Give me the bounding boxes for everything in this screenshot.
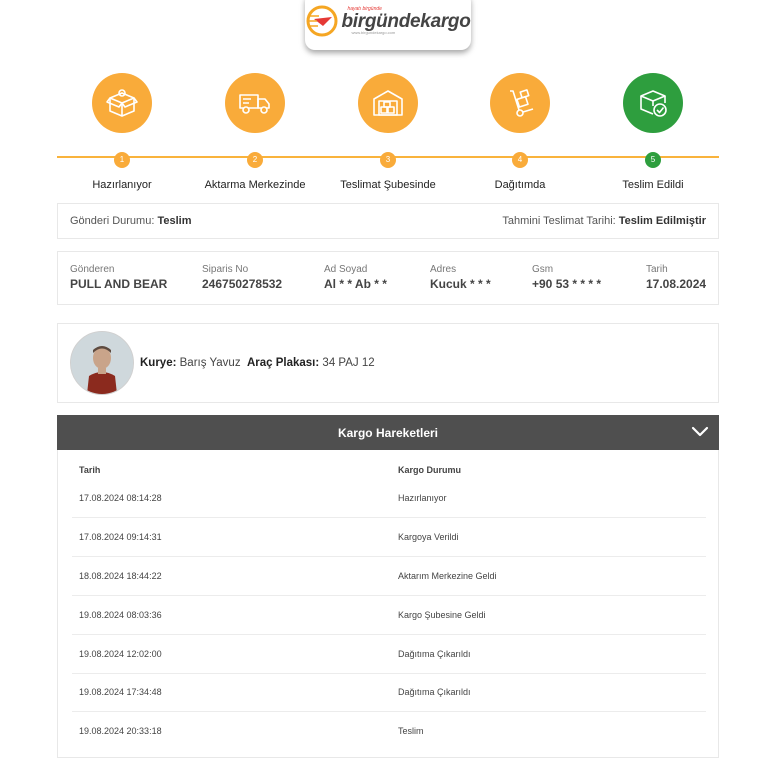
step-label: Dağıtımda [494, 179, 546, 191]
courier-panel: Kurye: Barış Yavuz Araç Plakası: 34 PAJ … [57, 323, 719, 403]
plate-label: Araç Plakası: [246, 357, 320, 369]
row-status: Hazırlanıyor [398, 493, 447, 503]
truck-icon [225, 73, 285, 133]
info-value: 17.08.2024 [646, 277, 707, 291]
courier-avatar [70, 331, 134, 395]
info-key: Adres [430, 264, 457, 275]
row-date: 19.08.2024 12:02:00 [79, 649, 162, 659]
info-key: Gönderen [70, 264, 115, 275]
row-date: 19.08.2024 08:03:36 [79, 610, 162, 620]
table-row: 19.08.2024 17:34:48 Dağıtıma Çıkarıldı [72, 672, 706, 712]
column-header-date: Tarih [79, 465, 101, 475]
table-row: 17.08.2024 08:14:28 Hazırlanıyor [72, 478, 706, 518]
info-value: PULL AND BEAR [70, 277, 168, 291]
row-status: Kargoya Verildi [398, 532, 459, 542]
row-status: Aktarım Merkezine Geldi [398, 571, 497, 581]
info-value: Kucuk * * * [430, 277, 491, 291]
logo-mark-icon [306, 5, 338, 37]
status-value: Teslim [157, 215, 192, 227]
row-date: 18.08.2024 18:44:22 [79, 571, 162, 581]
hand-truck-icon [490, 73, 550, 133]
row-status: Dağıtıma Çıkarıldı [398, 687, 471, 697]
table-row: 18.08.2024 18:44:22 Aktarım Merkezine Ge… [72, 556, 706, 596]
chevron-down-icon[interactable] [691, 423, 709, 441]
courier-label: Kurye: [140, 357, 177, 369]
column-header-status: Kargo Durumu [398, 465, 461, 475]
movements-table: Tarih Kargo Durumu 17.08.2024 08:14:28 H… [57, 450, 719, 758]
info-date: Tarih 17.08.2024 [646, 264, 706, 291]
info-key: Ad Soyad [324, 264, 368, 275]
table-row: 19.08.2024 12:02:00 Dağıtıma Çıkarıldı [72, 634, 706, 674]
step-number: 2 [247, 152, 263, 168]
info-value: Al * * Ab * * [324, 277, 387, 291]
step-label: Hazırlanıyor [92, 179, 152, 191]
step-label: Aktarma Merkezinde [204, 179, 306, 191]
courier-info: Kurye: Barış Yavuz Araç Plakası: 34 PAJ … [140, 357, 375, 369]
movements-toggle[interactable]: Kargo Hareketleri [57, 415, 719, 450]
shipment-status: Gönderi Durumu: Teslim [70, 215, 191, 227]
step-number: 5 [645, 152, 661, 168]
info-key: Siparis No [202, 264, 249, 275]
info-key: Gsm [532, 264, 554, 275]
row-status: Kargo Şubesine Geldi [398, 610, 486, 620]
warehouse-icon [358, 73, 418, 133]
shipment-status-bar: Gönderi Durumu: Teslim Tahmini Teslimat … [57, 203, 719, 239]
step-2: 2 Aktarma Merkezinde [190, 73, 320, 191]
courier-name: Barış Yavuz [179, 357, 241, 369]
progress-steps: 1 Hazırlanıyor 2 Aktarma Merkezinde 3 Te… [0, 70, 768, 195]
row-date: 17.08.2024 09:14:31 [79, 532, 162, 542]
eta-label: Tahmini Teslimat Tarihi: [502, 215, 616, 227]
table-row: 19.08.2024 20:33:18 Teslim [72, 711, 706, 750]
eta-value: Teslim Edilmiştir [618, 215, 706, 227]
box-icon [92, 73, 152, 133]
brand-site: www.birgundekargo.com [351, 30, 396, 35]
estimated-delivery: Tahmini Teslimat Tarihi: Teslim Edilmişt… [502, 215, 706, 227]
row-status: Teslim [398, 726, 424, 736]
brand-logo[interactable]: hayatı birgünde birgündekargo www.birgun… [305, 0, 471, 50]
status-label: Gönderi Durumu: [70, 215, 155, 227]
info-order-no: Siparis No 246750278532 [202, 264, 282, 291]
row-date: 17.08.2024 08:14:28 [79, 493, 162, 503]
step-label: Teslim Edildi [622, 179, 684, 191]
info-value: +90 53 * * * * [532, 277, 602, 291]
step-number: 3 [380, 152, 396, 168]
info-value: 246750278532 [202, 277, 283, 291]
step-number: 1 [114, 152, 130, 168]
delivered-box-icon [623, 73, 683, 133]
step-number: 4 [512, 152, 528, 168]
info-sender: Gönderen PULL AND BEAR [70, 264, 167, 291]
step-3: 3 Teslimat Şubesinde [323, 73, 453, 191]
info-address: Adres Kucuk * * * [430, 264, 491, 291]
plate-value: 34 PAJ 12 [322, 357, 375, 369]
row-status: Dağıtıma Çıkarıldı [398, 649, 471, 659]
row-date: 19.08.2024 17:34:48 [79, 687, 162, 697]
movements-title: Kargo Hareketleri [337, 425, 439, 440]
step-4: 4 Dağıtımda [455, 73, 585, 191]
step-label: Teslimat Şubesinde [340, 179, 436, 191]
step-5: 5 Teslim Edildi [588, 73, 718, 191]
step-1: 1 Hazırlanıyor [57, 73, 187, 191]
table-row: 17.08.2024 09:14:31 Kargoya Verildi [72, 517, 706, 557]
info-key: Tarih [646, 264, 668, 275]
info-name: Ad Soyad Al * * Ab * * [324, 264, 387, 291]
table-row: 19.08.2024 08:03:36 Kargo Şubesine Geldi [72, 595, 706, 635]
row-date: 19.08.2024 20:33:18 [79, 726, 162, 736]
shipment-info-panel: Gönderen PULL AND BEAR Siparis No 246750… [57, 251, 719, 305]
brand-name: birgündekargo [341, 11, 471, 32]
info-gsm: Gsm +90 53 * * * * [532, 264, 601, 291]
